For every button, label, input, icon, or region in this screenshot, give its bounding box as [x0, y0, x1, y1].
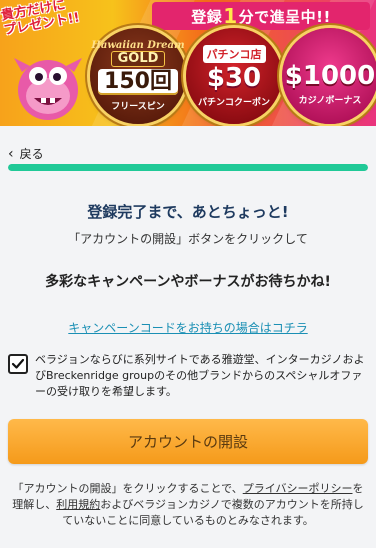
footer-text: 「アカウントの開設」をクリックすることで、: [12, 482, 243, 495]
checkmark-icon: [11, 358, 25, 369]
ribbon-suffix: 分で進呈中!!: [238, 7, 331, 26]
open-account-button[interactable]: アカウントの開設: [8, 419, 368, 464]
progress-bar: [8, 164, 368, 171]
game-logo-text: Hawaiian Dream: [91, 40, 185, 51]
medal-free-spins: Hawaiian Dream GOLD 150回 フリースピン: [90, 28, 186, 124]
consent-text: ベラジョンならびに系列サイトである雅遊堂、インターカジノおよびBreckenri…: [35, 353, 365, 398]
medal-sub-label: フリースピン: [111, 102, 165, 112]
ribbon-prefix: 登録: [191, 7, 223, 26]
medal-badge: パチンコ店: [202, 44, 266, 63]
medal-value: 150回: [98, 69, 178, 95]
footer-text: およびベラジョンカジノで複数のアカウントを所持していないことに同意しているものと…: [62, 498, 364, 527]
chevron-left-icon: ‹: [8, 145, 14, 162]
back-label: 戻る: [19, 147, 44, 161]
consent-checkbox[interactable]: [8, 354, 28, 374]
privacy-policy-link[interactable]: プライバシーポリシー: [243, 482, 353, 495]
back-button[interactable]: ‹ 戻る: [8, 145, 44, 162]
register-ribbon: 登録 1 分で進呈中!!: [152, 2, 370, 30]
present-tag: 貴方だけに プレゼント!!: [0, 0, 81, 38]
marketing-consent: ベラジョンならびに系列サイトである雅遊堂、インターカジノおよびBreckenri…: [8, 352, 368, 400]
medal-casino-bonus: $1000 カジノボーナス: [282, 28, 376, 124]
mascot-monster-icon: [14, 58, 82, 120]
footer-notice: 「アカウントの開設」をクリックすることで、プライバシーポリシーを理解し、利用規約…: [8, 481, 368, 529]
promo-banner: 貴方だけに プレゼント!! 登録 1 分で進呈中!! Hawaiian Drea…: [0, 0, 376, 126]
medal-value: $1000: [284, 61, 376, 91]
medal-pachinko-coupon: パチンコ店 $30 パチンコクーポン: [186, 28, 282, 124]
campaign-code-link[interactable]: キャンペーンコードをお持ちの場合はコチラ: [0, 319, 376, 336]
instruction-text: 「アカウントの開設」ボタンをクリックして: [68, 232, 308, 246]
medal-sub-label: パチンコクーポン: [197, 97, 270, 108]
progress-fill: [8, 164, 368, 171]
medal-sub-label: カジノボーナス: [298, 96, 362, 106]
page-title: 登録完了まで、あとちょっと!: [87, 203, 289, 221]
promo-text: 多彩なキャンペーンやボーナスがお待ちかね!: [45, 274, 331, 290]
game-logo-gold: GOLD: [110, 51, 166, 67]
medal-value: $30: [206, 62, 262, 93]
ribbon-number: 1: [223, 4, 238, 28]
terms-link[interactable]: 利用規約: [56, 498, 100, 511]
